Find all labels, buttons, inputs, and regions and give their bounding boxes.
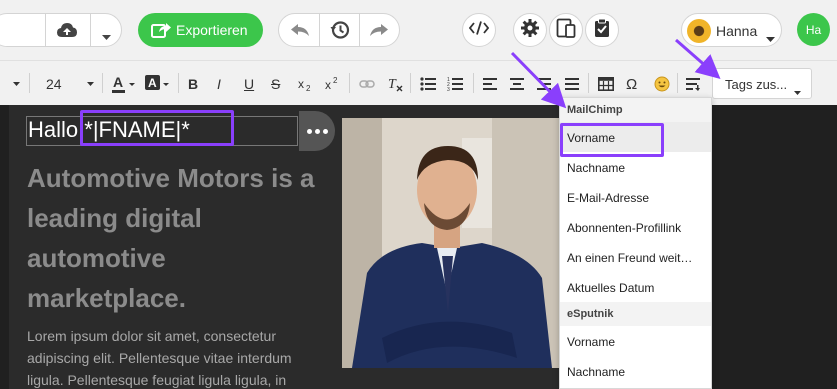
clear-formatting-icon[interactable]: T [387,74,403,94]
dropdown-item[interactable]: Nachname [560,356,711,386]
svg-text:A: A [148,76,157,90]
chevron-down-icon[interactable] [102,28,111,46]
text-color-icon[interactable]: A [112,74,138,94]
merge-tags-icon[interactable] [686,74,700,94]
cloud-upload-icon[interactable] [57,23,77,44]
font-family-dropdown-arrow[interactable] [13,74,20,94]
user-name: Hanna [716,23,758,39]
code-icon [468,20,490,40]
redo-icon[interactable] [369,22,389,43]
table-icon[interactable] [598,74,614,94]
tags-select[interactable]: Tags zus... [712,68,812,99]
font-size-dropdown-arrow[interactable] [87,74,94,94]
align-justify-icon[interactable] [565,74,579,94]
bold-icon[interactable]: B [188,74,198,94]
underline-icon[interactable]: U [244,74,254,94]
svg-text:T: T [388,77,397,92]
dropdown-item[interactable]: Abonnenten-Profillink [560,212,711,242]
chevron-down-icon [766,29,775,47]
dropdown-item[interactable]: Vorname [560,326,711,356]
code-view-button[interactable] [462,13,496,47]
user-avatar [687,19,711,43]
font-size-value[interactable]: 24 [46,74,62,94]
headline[interactable]: Automotive Motors is a leading digital a… [27,158,327,318]
numbered-list-icon[interactable]: 123 [447,74,463,94]
svg-text:x: x [298,77,304,91]
gear-icon [521,18,539,42]
history-button-group [278,13,400,47]
chevron-down-icon [794,83,801,98]
undo-icon[interactable] [290,22,310,43]
history-icon[interactable] [330,20,350,45]
cloud-button-group [0,13,122,47]
hero-photo[interactable] [342,118,560,368]
greeting-prefix: Hallo [28,117,79,142]
user-menu[interactable]: Hanna [681,13,782,47]
merge-tag-highlight [80,110,234,146]
svg-text:x: x [325,78,331,91]
dropdown-item[interactable]: Aktuelles Datum [560,272,711,302]
export-label: Exportieren [176,22,248,38]
background-color-icon[interactable]: A [145,74,171,94]
align-center-icon[interactable] [510,74,524,94]
device-preview-button[interactable] [549,13,583,47]
vorname-highlight [560,123,664,157]
superscript-icon[interactable]: x2 [325,74,341,94]
clipboard-check-icon [594,18,610,43]
clipboard-button[interactable] [585,13,619,47]
dropdown-item[interactable]: An einen Freund weit… [560,242,711,272]
tags-select-value: Tags zus... [725,77,788,92]
devices-icon [556,18,576,43]
svg-text:2: 2 [306,84,311,91]
emoji-icon[interactable] [654,74,670,94]
export-icon [151,21,171,42]
special-characters-icon[interactable]: Ω [626,74,637,94]
bullet-list-icon[interactable] [420,74,436,94]
link-icon[interactable] [359,74,375,94]
dropdown-group-header: eSputnik [560,302,711,326]
align-left-icon[interactable] [483,74,497,94]
strikethrough-icon[interactable]: S [271,74,280,94]
dropdown-item[interactable]: E-Mail-Adresse [560,182,711,212]
dropdown-group-header: MailChimp [560,98,711,122]
svg-text:A: A [113,75,123,90]
align-right-icon[interactable] [537,74,551,94]
settings-button[interactable] [513,13,547,47]
svg-text:2: 2 [333,77,338,85]
export-button[interactable]: Exportieren [138,13,263,47]
body-paragraph[interactable]: Lorem ipsum dolor sit amet, consectetur … [27,325,327,389]
avatar[interactable]: Ha [797,13,830,46]
italic-icon[interactable]: I [217,74,221,94]
subscript-icon[interactable]: x2 [298,74,314,94]
svg-text:3: 3 [447,87,450,91]
top-bar: Exportieren Hanna Ha [0,0,837,60]
